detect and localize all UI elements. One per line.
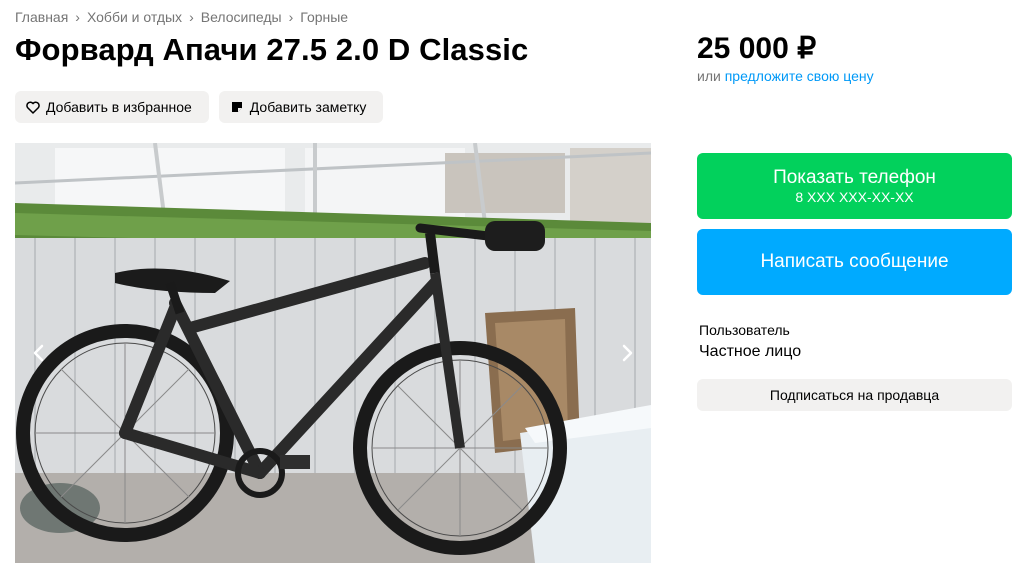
add-note-button[interactable]: Добавить заметку: [218, 91, 384, 123]
seller-type: Частное лицо: [699, 343, 802, 360]
chevron-right-separator-icon: ›: [75, 9, 80, 25]
chevron-right-separator-icon: ›: [189, 9, 194, 25]
subscribe-seller-button[interactable]: Подписаться на продавца: [697, 379, 1012, 411]
breadcrumb-mountain[interactable]: Горные: [300, 9, 348, 25]
chevron-right-separator-icon: ›: [288, 9, 294, 25]
listing-actions: Добавить в избранное Добавить заметку: [15, 91, 384, 123]
gallery-next-button[interactable]: [611, 323, 643, 383]
breadcrumb-hobby[interactable]: Хобби и отдых: [87, 9, 182, 25]
show-phone-label: Показать телефон: [773, 166, 936, 188]
gallery-prev-button[interactable]: [23, 323, 55, 383]
page-title: Форвард Апачи 27.5 2.0 D Classic: [15, 32, 529, 67]
chevron-left-icon: [33, 344, 44, 362]
heart-icon: [26, 100, 40, 114]
offer-prefix: или: [697, 68, 721, 84]
price: 25 000 ₽: [697, 32, 817, 65]
note-icon: [230, 100, 244, 114]
add-to-favorites-button[interactable]: Добавить в избранное: [15, 91, 209, 123]
breadcrumb: Главная › Хобби и отдых › Велосипеды › Г…: [15, 9, 348, 25]
bicycle-photo: [15, 143, 651, 563]
show-phone-button[interactable]: Показать телефон 8 XXX XXX-XX-XX: [697, 153, 1012, 219]
add-to-favorites-label: Добавить в избранное: [46, 99, 192, 115]
add-note-label: Добавить заметку: [249, 99, 367, 115]
offer-price-link[interactable]: предложите свою цену: [725, 68, 874, 84]
breadcrumb-bicycles[interactable]: Велосипеды: [201, 9, 282, 25]
seller-name[interactable]: Пользователь: [699, 322, 790, 338]
breadcrumb-home[interactable]: Главная: [15, 9, 68, 25]
masked-phone-number: 8 XXX XXX-XX-XX: [795, 188, 914, 205]
photo-gallery[interactable]: [15, 143, 651, 563]
write-message-button[interactable]: Написать сообщение: [697, 229, 1012, 295]
chevron-right-icon: [622, 344, 633, 362]
price-offer: или предложите свою цену: [697, 68, 874, 84]
